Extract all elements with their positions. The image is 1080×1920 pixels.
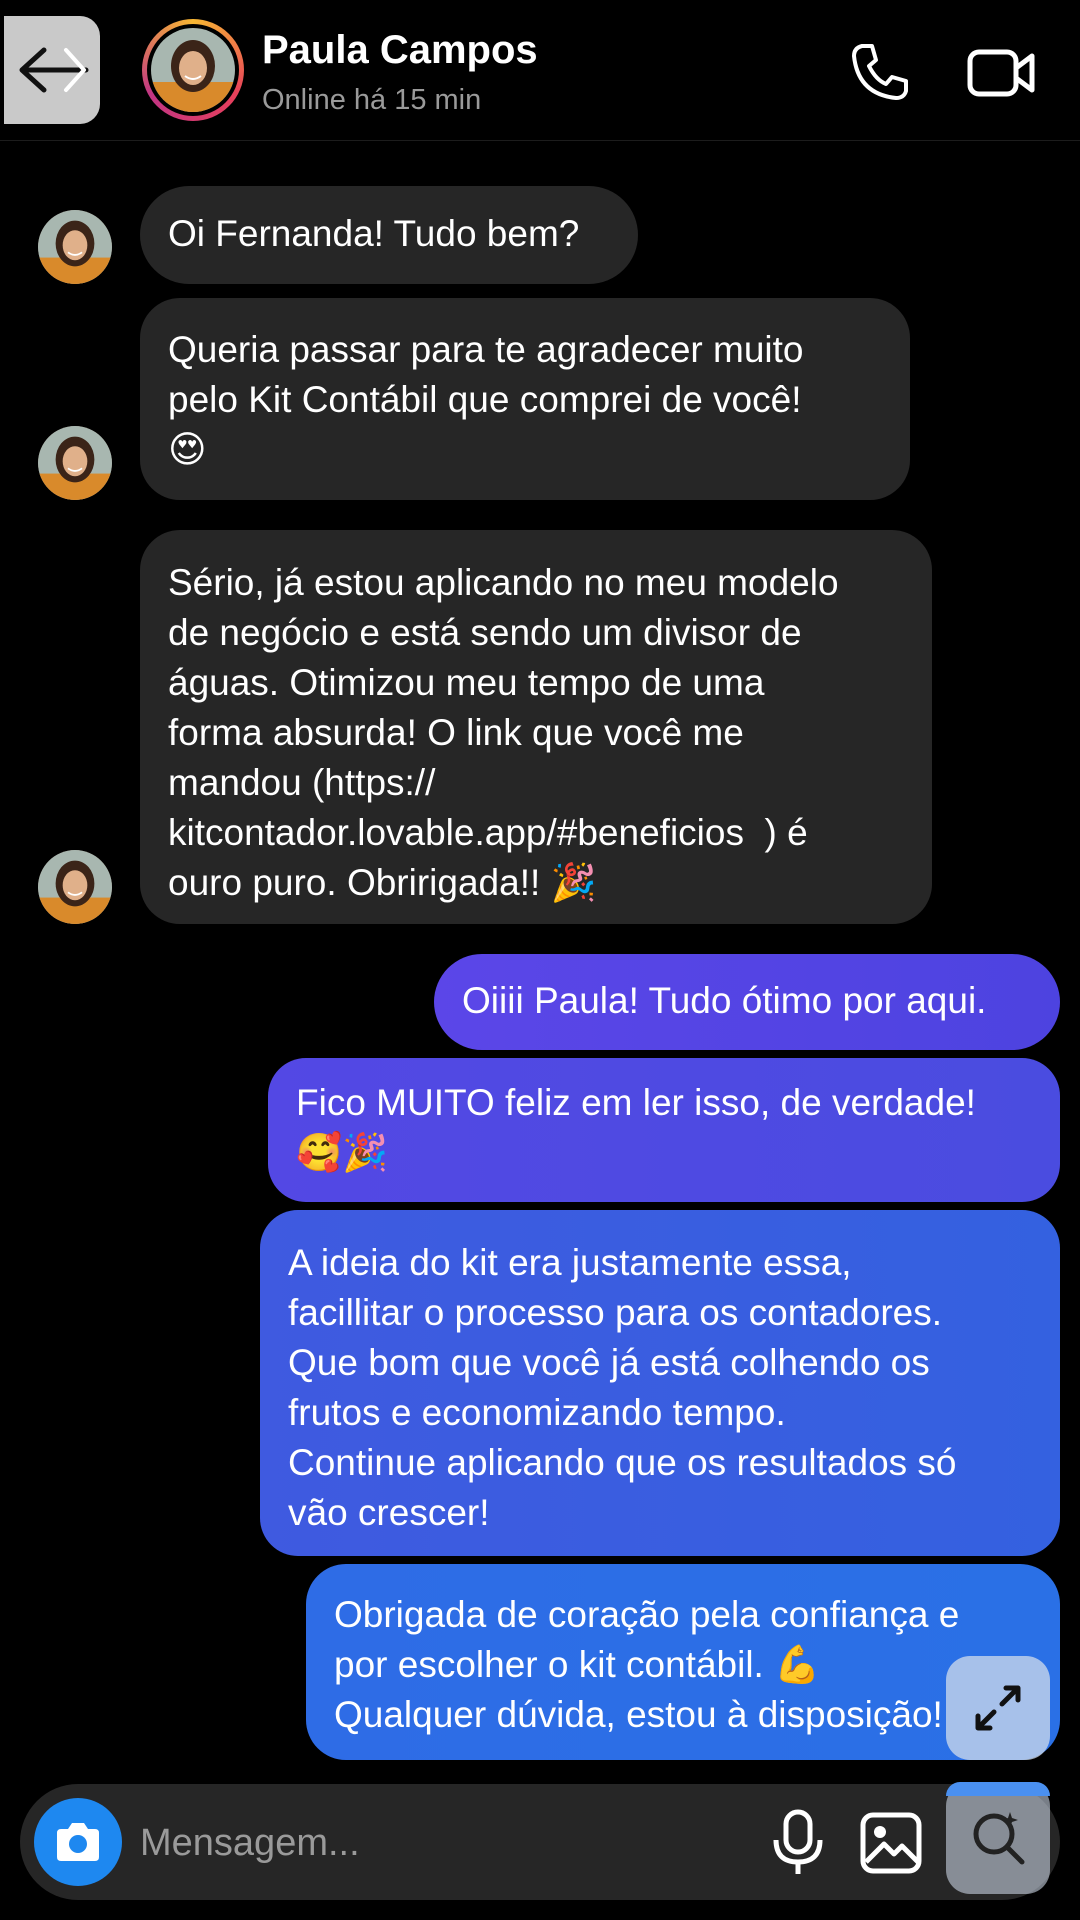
sender-photo: [38, 850, 112, 924]
expand-button[interactable]: [946, 1656, 1050, 1760]
incoming-message[interactable]: Oi Fernanda! Tudo bem?: [140, 186, 638, 284]
video-camera-icon: [967, 49, 1035, 97]
expand-icon: [975, 1685, 1021, 1731]
incoming-message[interactable]: Queria passar para te agradecer muito pe…: [140, 298, 910, 500]
microphone-icon: [773, 1809, 823, 1874]
gallery-button[interactable]: [858, 1810, 924, 1876]
video-call-button[interactable]: [966, 40, 1038, 104]
back-button[interactable]: [4, 16, 100, 124]
camera-icon: [57, 1823, 99, 1861]
sender-avatar[interactable]: [38, 426, 112, 500]
contact-name[interactable]: Paula Campos: [262, 28, 538, 73]
outgoing-message[interactable]: Fico MUITO feliz em ler isso, de verdade…: [268, 1058, 1060, 1202]
sender-avatar[interactable]: [38, 210, 112, 284]
call-button[interactable]: [848, 40, 912, 104]
outgoing-message[interactable]: A ideia do kit era justamente essa, faci…: [260, 1210, 1060, 1556]
sender-photo: [38, 210, 112, 284]
chat-header: Paula Campos Online há 15 min: [0, 0, 1080, 141]
camera-button[interactable]: [34, 1798, 122, 1886]
image-icon: [860, 1812, 922, 1874]
sticker-search-button[interactable]: [946, 1782, 1050, 1894]
message-composer: [20, 1782, 1060, 1900]
phone-icon: [852, 44, 908, 100]
contact-avatar[interactable]: [142, 19, 244, 121]
contact-photo: [151, 28, 235, 112]
incoming-message[interactable]: Sério, já estou aplicando no meu modelo …: [140, 530, 932, 924]
sender-photo: [38, 426, 112, 500]
microphone-button[interactable]: [768, 1808, 828, 1878]
message-input[interactable]: [138, 1812, 662, 1874]
outgoing-message[interactable]: Oiiii Paula! Tudo ótimo por aqui.: [434, 954, 1060, 1050]
sender-avatar[interactable]: [38, 850, 112, 924]
sticker-search-icon: [973, 1812, 1025, 1865]
back-arrow-icon: [19, 47, 89, 93]
contact-status: Online há 15 min: [262, 84, 482, 116]
